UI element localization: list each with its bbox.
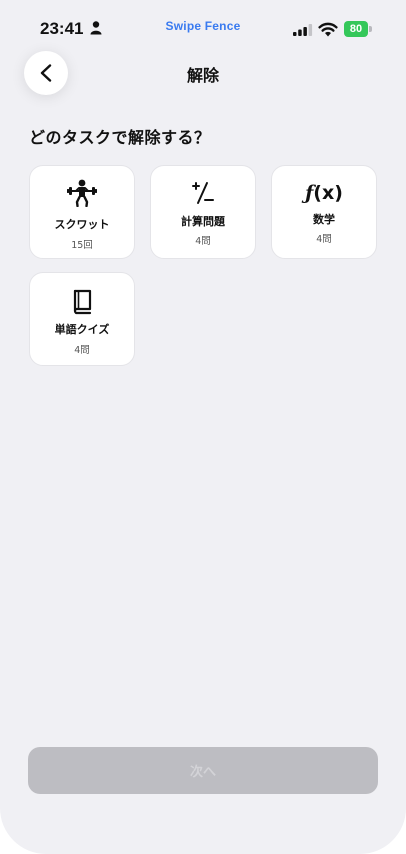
task-label: スクワット [54, 218, 110, 231]
book-icon [30, 287, 134, 317]
page-title: 解除 [186, 66, 219, 85]
function-args: (x) [313, 182, 343, 204]
weightlifting-icon [30, 178, 134, 208]
back-button[interactable] [24, 51, 68, 95]
task-count: 4問 [195, 236, 211, 247]
battery-level: 80 [344, 21, 368, 37]
plus-minus-icon [151, 178, 255, 208]
person-icon [90, 21, 102, 35]
task-prompt: どのタスクで解除する？ [29, 128, 211, 147]
wifi-icon [318, 22, 338, 37]
battery-indicator: 80 [344, 21, 372, 37]
task-label: 計算問題 [181, 215, 225, 228]
task-label: 数学 [313, 213, 335, 226]
phone-screen: 23:41 Swipe Fence 80 解除 どのタスクで解除する？ スクワッ… [0, 0, 406, 854]
app-name: Swipe Fence [165, 19, 241, 33]
status-bar: 23:41 Swipe Fence 80 [0, 0, 406, 56]
task-count: 4問 [74, 345, 90, 356]
task-card-calculation[interactable]: 計算問題 4問 [150, 165, 256, 259]
next-button[interactable]: 次へ [28, 747, 378, 794]
chevron-left-icon [40, 64, 52, 82]
task-card-vocabulary-quiz[interactable]: 単語クイズ 4問 [29, 272, 135, 366]
signal-icon [293, 24, 313, 36]
task-count: 4問 [316, 234, 332, 245]
task-card-math[interactable]: ƒ(x) 数学 4問 [271, 165, 377, 259]
status-time: 23:41 [40, 19, 84, 38]
battery-cap [369, 26, 372, 32]
task-card-squat[interactable]: スクワット 15回 [29, 165, 135, 259]
next-button-label: 次へ [189, 765, 216, 780]
function-icon: ƒ(x) [272, 178, 376, 208]
task-count: 15回 [71, 240, 93, 251]
task-label: 単語クイズ [54, 323, 110, 336]
